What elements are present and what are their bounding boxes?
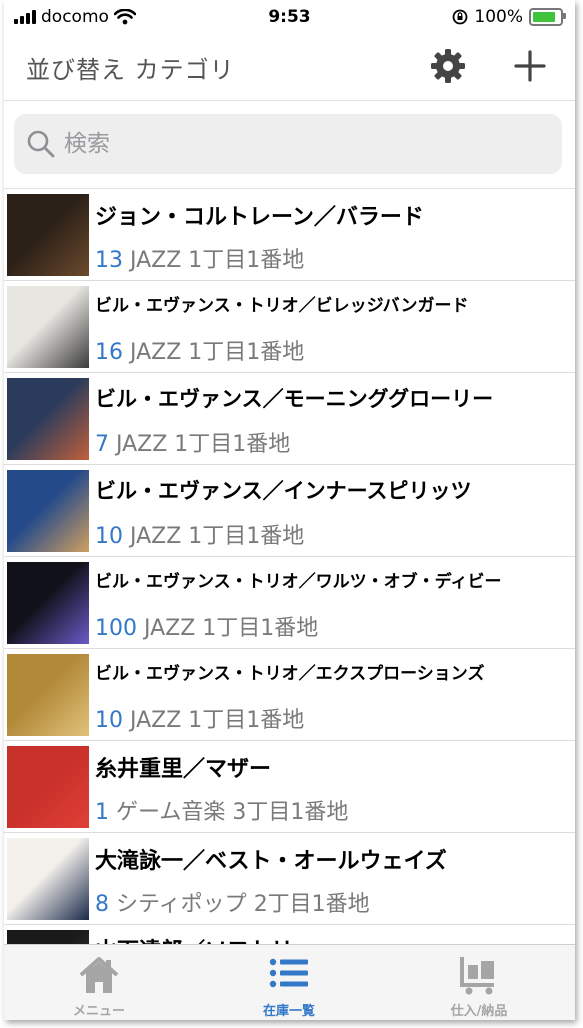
item-title: ジョン・コルトレーン／バラード [95, 205, 424, 230]
orientation-lock-icon [452, 9, 468, 25]
item-title: ビル・エヴァンス・トリオ／エクスプローションズ [95, 664, 485, 684]
item-title: ビル・エヴァンス・トリオ／ワルツ・オブ・ディビー [95, 572, 502, 592]
item-location: 1丁目1番地 [188, 340, 305, 365]
item-meta: 13 JAZZ 1丁目1番地 [95, 242, 304, 274]
item-quantity: 16 [95, 340, 123, 365]
plus-icon[interactable] [510, 46, 550, 86]
item-title: 大滝詠一／ベスト・オールウェイズ [95, 849, 447, 874]
tab-menu[interactable]: メニュー [4, 945, 194, 1020]
list-item[interactable]: ビル・エヴァンス／インナースピリッツ 10 JAZZ 1丁目1番地 [4, 465, 575, 557]
app-screen: docomo 9:53 100% 並び替え カテゴリ 検索 ジョン・コルトレーン… [4, 0, 575, 1020]
item-category: ゲーム音楽 [116, 800, 226, 825]
list-item[interactable]: ビル・エヴァンス・トリオ／ビレッジバンガード 16 JAZZ 1丁目1番地 [4, 281, 575, 373]
item-quantity: 13 [95, 248, 123, 273]
album-cover-image [7, 378, 89, 460]
item-category: JAZZ [130, 340, 182, 365]
tab-label: 仕入/納品 [450, 1004, 508, 1019]
album-cover-image [7, 746, 89, 828]
search-icon [27, 130, 55, 158]
list-item[interactable]: 大滝詠一／ベスト・オールウェイズ 8 シティポップ 2丁目1番地 [4, 833, 575, 925]
item-category: JAZZ [116, 432, 168, 457]
item-location: 1丁目1番地 [188, 248, 305, 273]
item-location: 1丁目1番地 [174, 432, 291, 457]
tab-label: 在庫一覧 [262, 1004, 315, 1019]
album-cover-image [7, 286, 89, 368]
search-input[interactable] [62, 130, 526, 158]
item-location: 3丁目1番地 [232, 800, 349, 825]
list-item[interactable]: ビル・エヴァンス・トリオ／ワルツ・オブ・ディビー 100 JAZZ 1丁目1番地 [4, 557, 575, 649]
item-meta: 1 ゲーム音楽 3丁目1番地 [95, 794, 348, 826]
album-cover-image [7, 838, 89, 920]
battery-icon [529, 8, 566, 26]
item-category: JAZZ [130, 524, 182, 549]
item-title: ビル・エヴァンス・トリオ／ビレッジバンガード [95, 296, 469, 316]
status-right: 100% [452, 7, 566, 27]
list-item[interactable]: 糸井重里／マザー 1 ゲーム音楽 3丁目1番地 [4, 741, 575, 833]
search-bar[interactable] [14, 114, 562, 174]
battery-fill [533, 12, 555, 22]
item-meta: 8 シティポップ 2丁目1番地 [95, 886, 370, 918]
cart-icon [460, 957, 494, 995]
album-cover-image [7, 194, 89, 276]
item-category: シティポップ [116, 892, 247, 917]
list-item[interactable]: ジョン・コルトレーン／バラード 13 JAZZ 1丁目1番地 [4, 189, 575, 281]
tab-label: メニュー [72, 1004, 125, 1019]
item-quantity: 10 [95, 708, 123, 733]
item-location: 1丁目1番地 [202, 616, 319, 641]
home-icon [79, 957, 119, 993]
item-meta: 10 JAZZ 1丁目1番地 [95, 702, 304, 734]
item-category: JAZZ [130, 708, 182, 733]
sort-category-title[interactable]: 並び替え カテゴリ [26, 50, 235, 85]
item-title: ビル・エヴァンス／モーニンググローリー [95, 387, 494, 411]
item-category: JAZZ [144, 616, 196, 641]
item-quantity: 8 [95, 892, 109, 917]
album-cover-image [7, 470, 89, 552]
item-quantity: 1 [95, 800, 109, 825]
item-quantity: 7 [95, 432, 109, 457]
status-bar: docomo 9:53 100% [4, 0, 575, 34]
navigation-bar: 並び替え カテゴリ [4, 34, 575, 101]
list-icon [269, 958, 308, 988]
item-meta: 10 JAZZ 1丁目1番地 [95, 518, 304, 550]
list-item[interactable]: ビル・エヴァンス・トリオ／エクスプローションズ 10 JAZZ 1丁目1番地 [4, 649, 575, 741]
item-title: ビル・エヴァンス／インナースピリッツ [95, 479, 472, 503]
tab-purchase-delivery[interactable]: 仕入/納品 [384, 945, 574, 1020]
item-location: 1丁目1番地 [188, 708, 305, 733]
item-location: 1丁目1番地 [188, 524, 305, 549]
item-meta: 7 JAZZ 1丁目1番地 [95, 426, 290, 458]
album-cover-image [7, 654, 89, 736]
inventory-list: ジョン・コルトレーン／バラード 13 JAZZ 1丁目1番地 ビル・エヴァンス・トリ… [4, 189, 575, 1012]
item-quantity: 10 [95, 524, 123, 549]
gear-icon[interactable] [428, 46, 468, 86]
search-section [4, 100, 575, 189]
tab-bar: メニュー 在庫一覧 仕入/納品 [4, 944, 575, 1020]
item-category: JAZZ [130, 248, 182, 273]
list-item[interactable]: ビル・エヴァンス／モーニンググローリー 7 JAZZ 1丁目1番地 [4, 373, 575, 465]
item-meta: 16 JAZZ 1丁目1番地 [95, 334, 304, 366]
item-quantity: 100 [95, 616, 137, 641]
album-cover-image [7, 562, 89, 644]
item-meta: 100 JAZZ 1丁目1番地 [95, 610, 318, 642]
item-title: 糸井重里／マザー [95, 757, 272, 782]
battery-percent: 100% [474, 7, 523, 27]
tab-inventory[interactable]: 在庫一覧 [194, 945, 384, 1020]
item-location: 2丁目1番地 [253, 892, 370, 917]
